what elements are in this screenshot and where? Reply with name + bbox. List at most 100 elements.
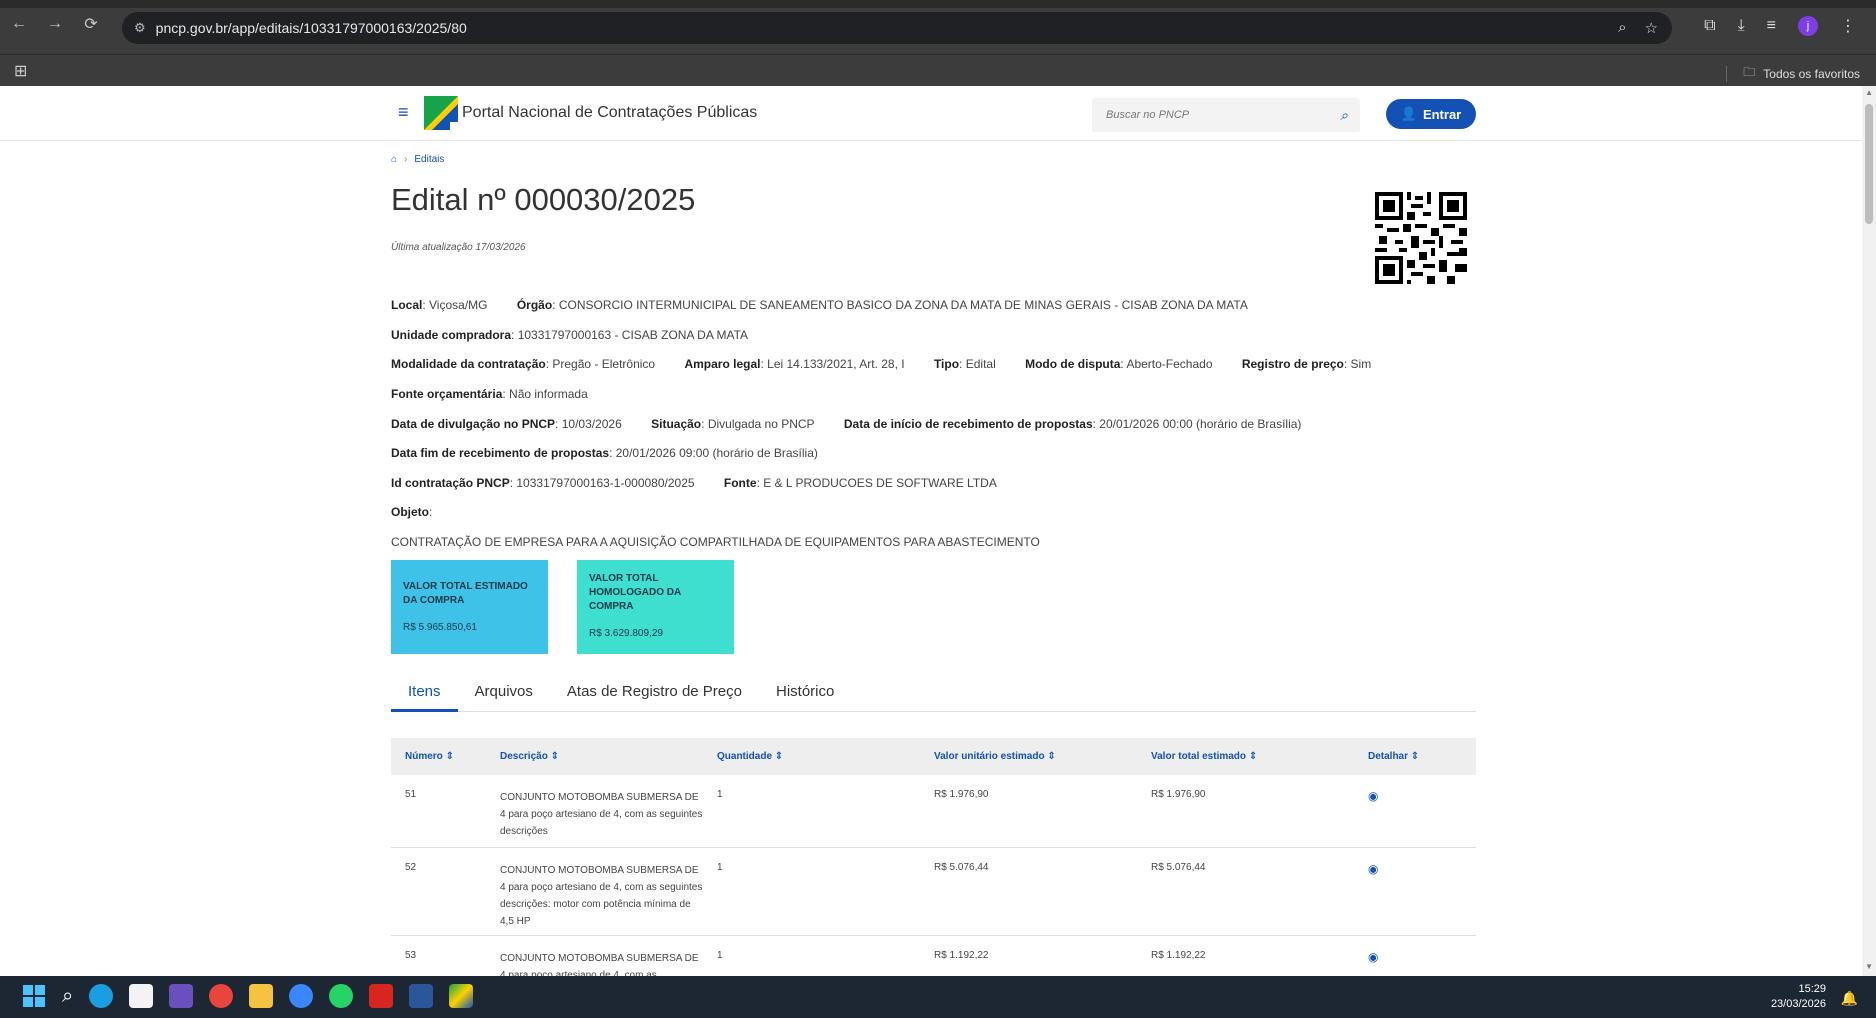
tab-itens[interactable]: Itens: [391, 682, 458, 712]
header-total[interactable]: Valor total estimado ⇕: [1151, 751, 1368, 762]
row-objeto-label: Objeto:: [391, 505, 433, 519]
notification-icon[interactable]: 🔔: [1841, 990, 1858, 1007]
table-row: 51 CONJUNTO MOTOBOMBA SUBMERSA DE 4 para…: [391, 775, 1476, 848]
menu-dots-icon[interactable]: ⋮: [1840, 16, 1856, 36]
id-value: 10331797000163-1-000080/2025: [516, 476, 695, 490]
divulgacao-value: 10/03/2026: [561, 417, 622, 431]
login-button[interactable]: 👤 Entrar: [1386, 99, 1476, 129]
windows-start-icon[interactable]: [22, 984, 46, 1008]
scrollbar-thumb[interactable]: [1865, 104, 1873, 224]
sort-icon: ⇕: [1248, 751, 1258, 762]
zoom-icon[interactable]: ⌕: [1618, 19, 1626, 37]
word-icon[interactable]: [409, 984, 434, 1008]
reload-icon[interactable]: ⟳: [82, 14, 100, 34]
forward-icon[interactable]: →: [46, 15, 64, 33]
tab-historico[interactable]: Histórico: [759, 682, 851, 712]
sort-icon: ⇕: [1410, 751, 1420, 762]
bookmark-star-icon[interactable]: ☆: [1645, 19, 1658, 37]
sort-icon: ⇕: [1047, 751, 1056, 762]
objeto-value: CONTRATAÇÃO DE EMPRESA PARA A AQUISIÇÃO …: [391, 535, 1040, 549]
card-valor-estimado: VALOR TOTAL ESTIMADO DA COMPRA R$ 5.965.…: [391, 560, 548, 654]
card-homologado-value: R$ 3.629.809,29: [589, 628, 663, 639]
modo-value: Aberto-Fechado: [1126, 357, 1213, 371]
table-header: Número ⇕ Descrição ⇕ Quantidade ⇕ Valor …: [391, 738, 1476, 775]
amparo-value: Lei 14.133/2021, Art. 28, I: [767, 357, 905, 371]
row-datas: Data de divulgação no PNCP: 10/03/2026 S…: [391, 417, 1302, 431]
home-icon[interactable]: ⌂: [391, 154, 397, 165]
tab-strip: [0, 0, 1876, 8]
site-header: ≡ Portal Nacional de Contratações Públic…: [0, 86, 1862, 141]
tab-arquivos[interactable]: Arquivos: [458, 682, 550, 712]
search-input[interactable]: Buscar no PNCP ⌕: [1092, 98, 1360, 132]
breadcrumb-editais[interactable]: Editais: [414, 154, 444, 165]
search-icon[interactable]: ⌕: [1340, 107, 1348, 124]
card-estimado-label: VALOR TOTAL ESTIMADO DA COMPRA: [403, 581, 528, 606]
eye-icon[interactable]: ◉: [1368, 950, 1378, 964]
situacao-value: Divulgada no PNCP: [707, 417, 815, 431]
qr-code-icon: [1375, 192, 1467, 284]
site-settings-icon[interactable]: ⚙: [134, 20, 146, 36]
site-brand[interactable]: Portal Nacional de Contratações Públicas: [462, 104, 757, 122]
row-modalidade: Modalidade da contratação: Pregão - Elet…: [391, 357, 1372, 371]
chrome-icon[interactable]: [209, 984, 234, 1008]
last-update: Última atualização 17/03/2026: [391, 242, 526, 253]
modalidade-value: Pregão - Eletrônico: [552, 357, 656, 371]
fim-value: 20/01/2026 09:00 (horário de Brasília): [615, 446, 818, 460]
search-taskbar-icon[interactable]: ⌕: [62, 985, 73, 1008]
bookmarks-bar: ⊞ 🗀 Todos os favoritos: [0, 54, 1876, 86]
header-detalhar[interactable]: Detalhar ⇕: [1368, 751, 1476, 762]
search-placeholder: Buscar no PNCP: [1106, 109, 1190, 121]
download-icon[interactable]: ⤓: [1738, 17, 1745, 35]
header-quantidade[interactable]: Quantidade ⇕: [717, 751, 934, 762]
items-table: Número ⇕ Descrição ⇕ Quantidade ⇕ Valor …: [391, 738, 1476, 976]
pncp-taskbar-icon[interactable]: [449, 984, 474, 1008]
chevron-right-icon: ›: [404, 154, 408, 165]
pncp-logo[interactable]: [424, 96, 458, 130]
favorites-label: Todos os favoritos: [1763, 66, 1860, 81]
web-page: ≡ Portal Nacional de Contratações Públic…: [0, 86, 1862, 976]
header-descricao[interactable]: Descrição ⇕: [500, 751, 717, 762]
fonte-orcamentaria-value: Não informada: [509, 387, 588, 401]
registro-value: Sim: [1350, 357, 1372, 371]
scroll-up-icon[interactable]: ▲: [1865, 88, 1873, 97]
card-homologado-label: VALOR TOTAL HOMOLOGADO DA COMPRA: [589, 573, 681, 612]
row-unidade: Unidade compradora: 10331797000163 - CIS…: [391, 328, 749, 342]
file-explorer-icon[interactable]: [249, 984, 274, 1008]
extensions-icon[interactable]: ⧉: [1704, 17, 1715, 35]
tab-atas[interactable]: Atas de Registro de Preço: [550, 682, 759, 712]
table-row: 52 CONJUNTO MOTOBOMBA SUBMERSA DE 4 para…: [391, 848, 1476, 936]
browser-nav: ← → ⟳: [10, 14, 100, 34]
local-value: Viçosa/MG: [429, 298, 488, 312]
back-icon[interactable]: ←: [10, 15, 28, 33]
card-valor-homologado: VALOR TOTAL HOMOLOGADO DA COMPRA R$ 3.62…: [577, 560, 734, 654]
row-id-fonte: Id contratação PNCP: 10331797000163-1-00…: [391, 476, 997, 490]
profile-avatar[interactable]: j: [1798, 16, 1818, 36]
store-icon[interactable]: [129, 984, 154, 1008]
url-text: pncp.gov.br/app/editais/10331797000163/2…: [155, 20, 467, 36]
header-numero[interactable]: Número ⇕: [391, 751, 500, 762]
edge-icon[interactable]: [89, 984, 114, 1008]
row-local-orgao: Local: Viçosa/MG Órgão: CONSORCIO INTERM…: [391, 298, 1248, 312]
tipo-value: Edital: [965, 357, 996, 371]
eye-icon[interactable]: ◉: [1368, 862, 1378, 876]
taskbar: ⌕ 15:29 23/03/2026 🔔: [0, 976, 1876, 1018]
page-title: Edital nº 000030/2025: [391, 182, 696, 217]
whatsapp-icon[interactable]: [329, 984, 354, 1008]
app-icon[interactable]: [169, 984, 194, 1008]
scroll-down-icon[interactable]: ▼: [1865, 962, 1873, 971]
system-clock[interactable]: 15:29 23/03/2026: [1771, 982, 1826, 1012]
eye-icon[interactable]: ◉: [1368, 789, 1378, 803]
apps-grid-icon[interactable]: ⊞: [14, 61, 27, 81]
all-favorites[interactable]: 🗀 Todos os favoritos: [1726, 63, 1860, 84]
table-row: 53 CONJUNTO MOTOBOMBA SUBMERSA DE 4 para…: [405, 950, 1379, 976]
header-unitario[interactable]: Valor unitário estimado ⇕: [934, 751, 1151, 762]
acrobat-icon[interactable]: [369, 984, 394, 1008]
browser-toolbar: ← → ⟳ ⚙ pncp.gov.br/app/editais/10331797…: [0, 0, 1876, 54]
hamburger-menu-icon[interactable]: ≡: [398, 102, 409, 123]
folder-icon: 🗀: [1743, 65, 1756, 79]
reading-list-icon[interactable]: ≡: [1767, 17, 1776, 35]
fonte-value: E & L PRODUCOES DE SOFTWARE LTDA: [763, 476, 997, 490]
address-bar[interactable]: ⚙ pncp.gov.br/app/editais/10331797000163…: [122, 12, 1672, 44]
app-blue-icon[interactable]: [289, 984, 314, 1008]
user-icon: 👤: [1400, 106, 1417, 121]
